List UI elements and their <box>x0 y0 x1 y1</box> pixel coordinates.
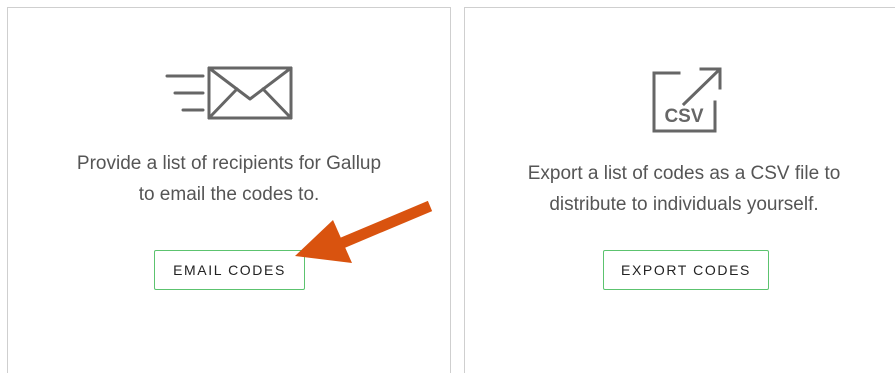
export-codes-card: CSV Export a list of codes as a CSV file… <box>464 7 895 373</box>
export-codes-button[interactable]: EXPORT CODES <box>603 250 769 290</box>
export-description-line-2: distribute to individuals yourself. <box>549 194 819 215</box>
csv-icon-label: CSV <box>664 106 703 127</box>
orange-arrow-icon <box>295 200 433 263</box>
email-codes-card: Provide a list of recipients for Gallup … <box>7 7 451 373</box>
email-envelope-icon <box>165 66 293 120</box>
csv-export-icon: CSV <box>652 67 722 133</box>
email-codes-button[interactable]: EMAIL CODES <box>154 250 305 290</box>
email-description-line-1: Provide a list of recipients for Gallup <box>76 153 382 174</box>
export-description-line-1: Export a list of codes as a CSV file to <box>527 163 841 184</box>
page: Provide a list of recipients for Gallup … <box>0 0 895 373</box>
export-codes-description: Export a list of codes as a CSV file to … <box>465 158 895 220</box>
